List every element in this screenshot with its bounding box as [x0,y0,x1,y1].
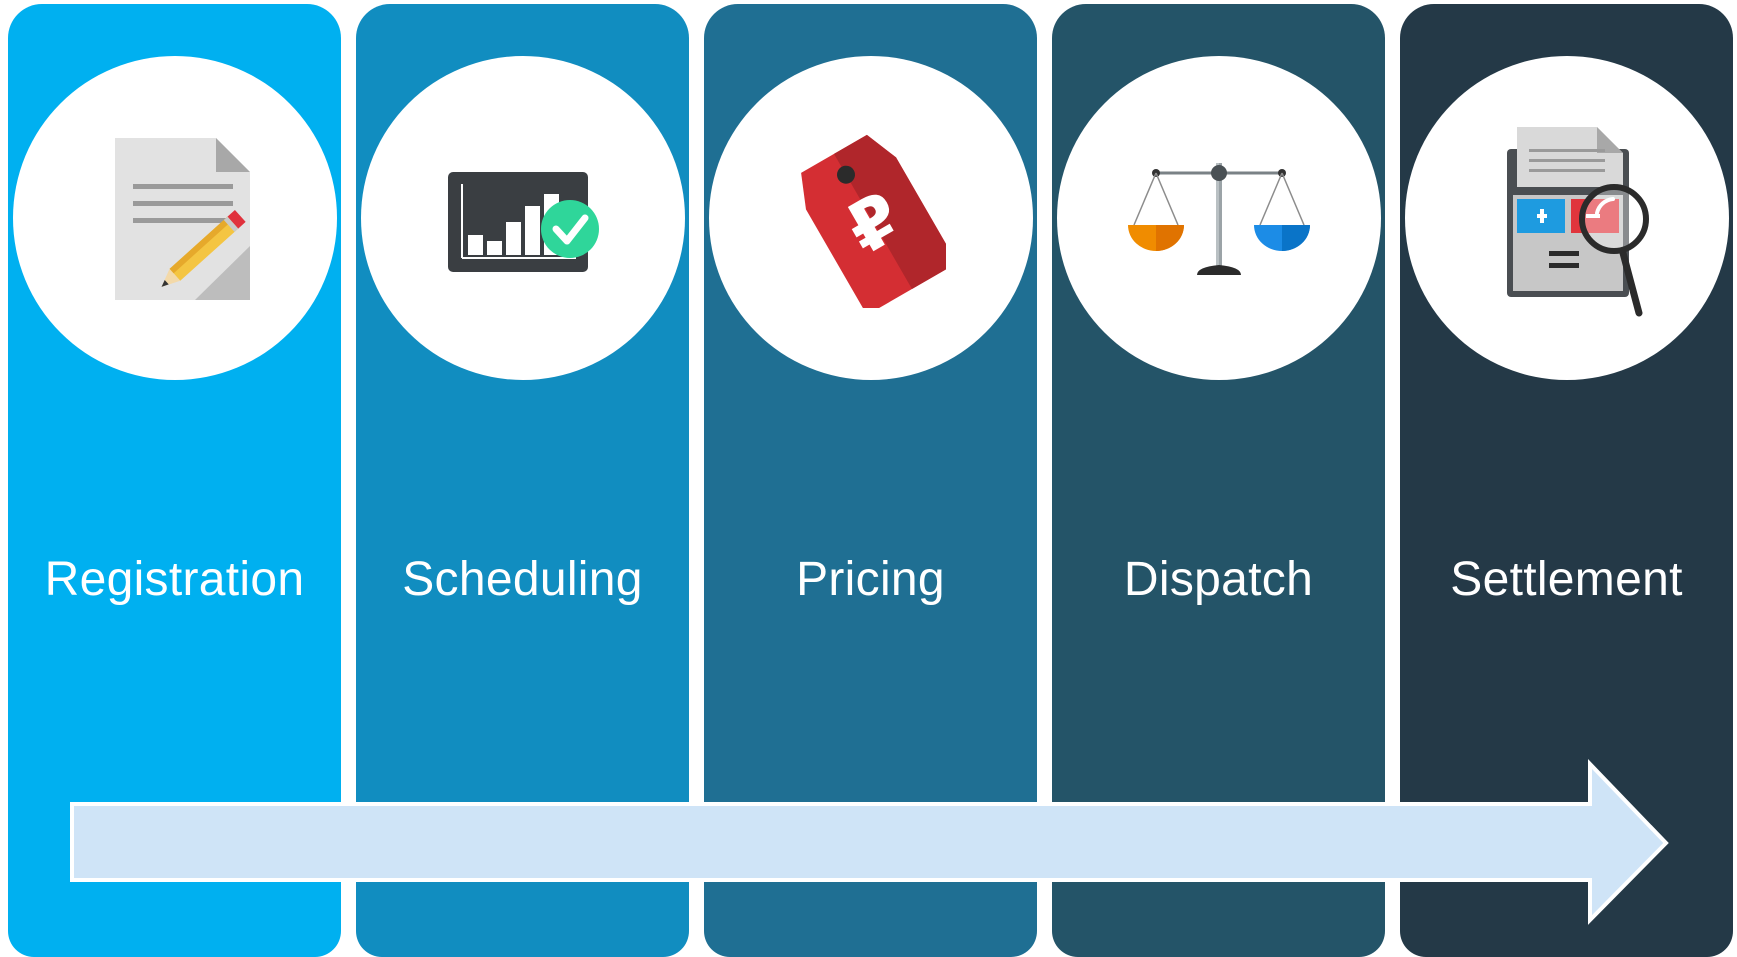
stage-label: Pricing [796,553,945,606]
balance-scale-icon [1128,163,1310,275]
process-flow-diagram: Registration Scheduling ₽ Pricing Dispat… [0,0,1737,957]
stage-pricing: ₽ Pricing [704,4,1037,957]
icon-circle [361,56,685,380]
price-tag-icon: ₽ [801,134,946,308]
bar-chart-check-icon [448,172,599,272]
stage-dispatch: Dispatch [1052,4,1385,957]
stage-label: Dispatch [1123,553,1314,606]
stage-registration: Registration [8,4,341,957]
icon-circle [1405,56,1729,380]
stage-settlement: Settlement [1400,4,1733,957]
stage-scheduling: Scheduling [356,4,689,957]
calculator-magnifier-icon [1507,127,1649,317]
stage-label: Settlement [1450,553,1683,606]
stage-label: Registration [44,553,305,606]
icon-circle [1057,56,1381,380]
icon-circle [13,56,337,380]
document-pencil-icon [115,138,250,300]
stage-label: Scheduling [402,553,643,606]
icon-circle: ₽ [709,56,1033,380]
